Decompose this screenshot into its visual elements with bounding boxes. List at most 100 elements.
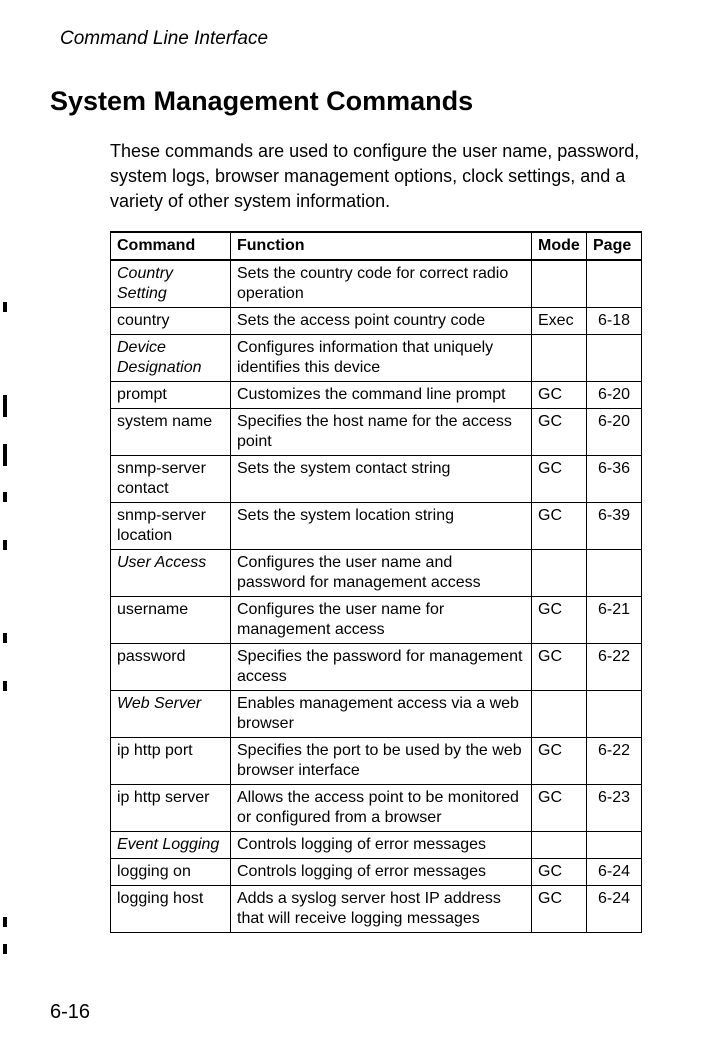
- cell-mode: GC: [532, 784, 587, 831]
- cell-page: 6-39: [587, 502, 642, 549]
- cell-mode: [532, 334, 587, 381]
- change-bar: [3, 302, 7, 312]
- cell-mode: Exec: [532, 307, 587, 334]
- cell-command: logging host: [111, 885, 231, 932]
- cell-page: 6-23: [587, 784, 642, 831]
- cell-command: Web Server: [111, 690, 231, 737]
- change-bar: [3, 540, 7, 550]
- table-row: countrySets the access point country cod…: [111, 307, 642, 334]
- change-bar: [3, 944, 7, 954]
- intro-paragraph: These commands are used to configure the…: [110, 139, 642, 215]
- cell-command: country: [111, 307, 231, 334]
- table-row: ip http serverAllows the access point to…: [111, 784, 642, 831]
- cell-page: 6-24: [587, 858, 642, 885]
- cell-command: password: [111, 643, 231, 690]
- cell-page: 6-18: [587, 307, 642, 334]
- change-bar: [3, 681, 7, 691]
- cell-mode: [532, 549, 587, 596]
- change-bars: [0, 0, 12, 1052]
- cell-mode: GC: [532, 858, 587, 885]
- change-bar: [3, 492, 7, 502]
- table-row: Event LoggingControls logging of error m…: [111, 831, 642, 858]
- cell-command: snmp-server location: [111, 502, 231, 549]
- cell-function: Specifies the host name for the access p…: [231, 408, 532, 455]
- cell-function: Sets the system contact string: [231, 455, 532, 502]
- cell-command: Country Setting: [111, 260, 231, 308]
- cell-page: 6-21: [587, 596, 642, 643]
- cell-function: Sets the system location string: [231, 502, 532, 549]
- table-row: Country SettingSets the country code for…: [111, 260, 642, 308]
- col-header-function: Function: [231, 232, 532, 260]
- cell-page: [587, 260, 642, 308]
- cell-function: Enables management access via a web brow…: [231, 690, 532, 737]
- table-row: ip http portSpecifies the port to be use…: [111, 737, 642, 784]
- cell-function: Adds a syslog server host IP address tha…: [231, 885, 532, 932]
- table-row: User AccessConfigures the user name and …: [111, 549, 642, 596]
- cell-mode: [532, 831, 587, 858]
- cell-page: [587, 549, 642, 596]
- cell-function: Sets the country code for correct radio …: [231, 260, 532, 308]
- cell-function: Sets the access point country code: [231, 307, 532, 334]
- cell-page: 6-22: [587, 737, 642, 784]
- change-bar: [3, 395, 7, 417]
- cell-page: 6-20: [587, 381, 642, 408]
- cell-command: ip http port: [111, 737, 231, 784]
- cell-function: Controls logging of error messages: [231, 858, 532, 885]
- cell-function: Controls logging of error messages: [231, 831, 532, 858]
- cell-page: [587, 831, 642, 858]
- change-bar: [3, 444, 7, 466]
- col-header-mode: Mode: [532, 232, 587, 260]
- cell-page: 6-22: [587, 643, 642, 690]
- cell-function: Configures information that uniquely ide…: [231, 334, 532, 381]
- page-number: 6-16: [50, 1001, 90, 1024]
- table-row: usernameConfigures the user name for man…: [111, 596, 642, 643]
- cell-mode: GC: [532, 455, 587, 502]
- cell-command: logging on: [111, 858, 231, 885]
- change-bar: [3, 633, 7, 643]
- table-row: promptCustomizes the command line prompt…: [111, 381, 642, 408]
- cell-page: [587, 690, 642, 737]
- commands-table: Command Function Mode Page Country Setti…: [110, 231, 642, 933]
- table-row: passwordSpecifies the password for manag…: [111, 643, 642, 690]
- cell-mode: GC: [532, 737, 587, 784]
- change-bar: [3, 917, 7, 927]
- cell-function: Customizes the command line prompt: [231, 381, 532, 408]
- table-row: logging onControls logging of error mess…: [111, 858, 642, 885]
- cell-function: Configures the user name and password fo…: [231, 549, 532, 596]
- table-row: Device DesignationConfigures information…: [111, 334, 642, 381]
- cell-mode: GC: [532, 643, 587, 690]
- cell-command: username: [111, 596, 231, 643]
- table-header-row: Command Function Mode Page: [111, 232, 642, 260]
- cell-mode: [532, 260, 587, 308]
- page-title: System Management Commands: [50, 86, 652, 117]
- cell-function: Specifies the port to be used by the web…: [231, 737, 532, 784]
- col-header-command: Command: [111, 232, 231, 260]
- cell-command: Device Designation: [111, 334, 231, 381]
- cell-mode: GC: [532, 408, 587, 455]
- cell-function: Allows the access point to be monitored …: [231, 784, 532, 831]
- cell-mode: GC: [532, 502, 587, 549]
- cell-command: ip http server: [111, 784, 231, 831]
- cell-command: User Access: [111, 549, 231, 596]
- table-row: snmp-server contactSets the system conta…: [111, 455, 642, 502]
- running-header: Command Line Interface: [60, 28, 652, 50]
- table-row: Web ServerEnables management access via …: [111, 690, 642, 737]
- cell-page: [587, 334, 642, 381]
- cell-command: Event Logging: [111, 831, 231, 858]
- col-header-page: Page: [587, 232, 642, 260]
- cell-mode: GC: [532, 596, 587, 643]
- cell-mode: GC: [532, 381, 587, 408]
- cell-mode: GC: [532, 885, 587, 932]
- cell-function: Specifies the password for management ac…: [231, 643, 532, 690]
- cell-page: 6-20: [587, 408, 642, 455]
- cell-page: 6-24: [587, 885, 642, 932]
- table-row: system nameSpecifies the host name for t…: [111, 408, 642, 455]
- cell-command: prompt: [111, 381, 231, 408]
- cell-page: 6-36: [587, 455, 642, 502]
- table-row: snmp-server locationSets the system loca…: [111, 502, 642, 549]
- cell-command: snmp-server contact: [111, 455, 231, 502]
- table-row: logging hostAdds a syslog server host IP…: [111, 885, 642, 932]
- cell-mode: [532, 690, 587, 737]
- cell-command: system name: [111, 408, 231, 455]
- cell-function: Configures the user name for management …: [231, 596, 532, 643]
